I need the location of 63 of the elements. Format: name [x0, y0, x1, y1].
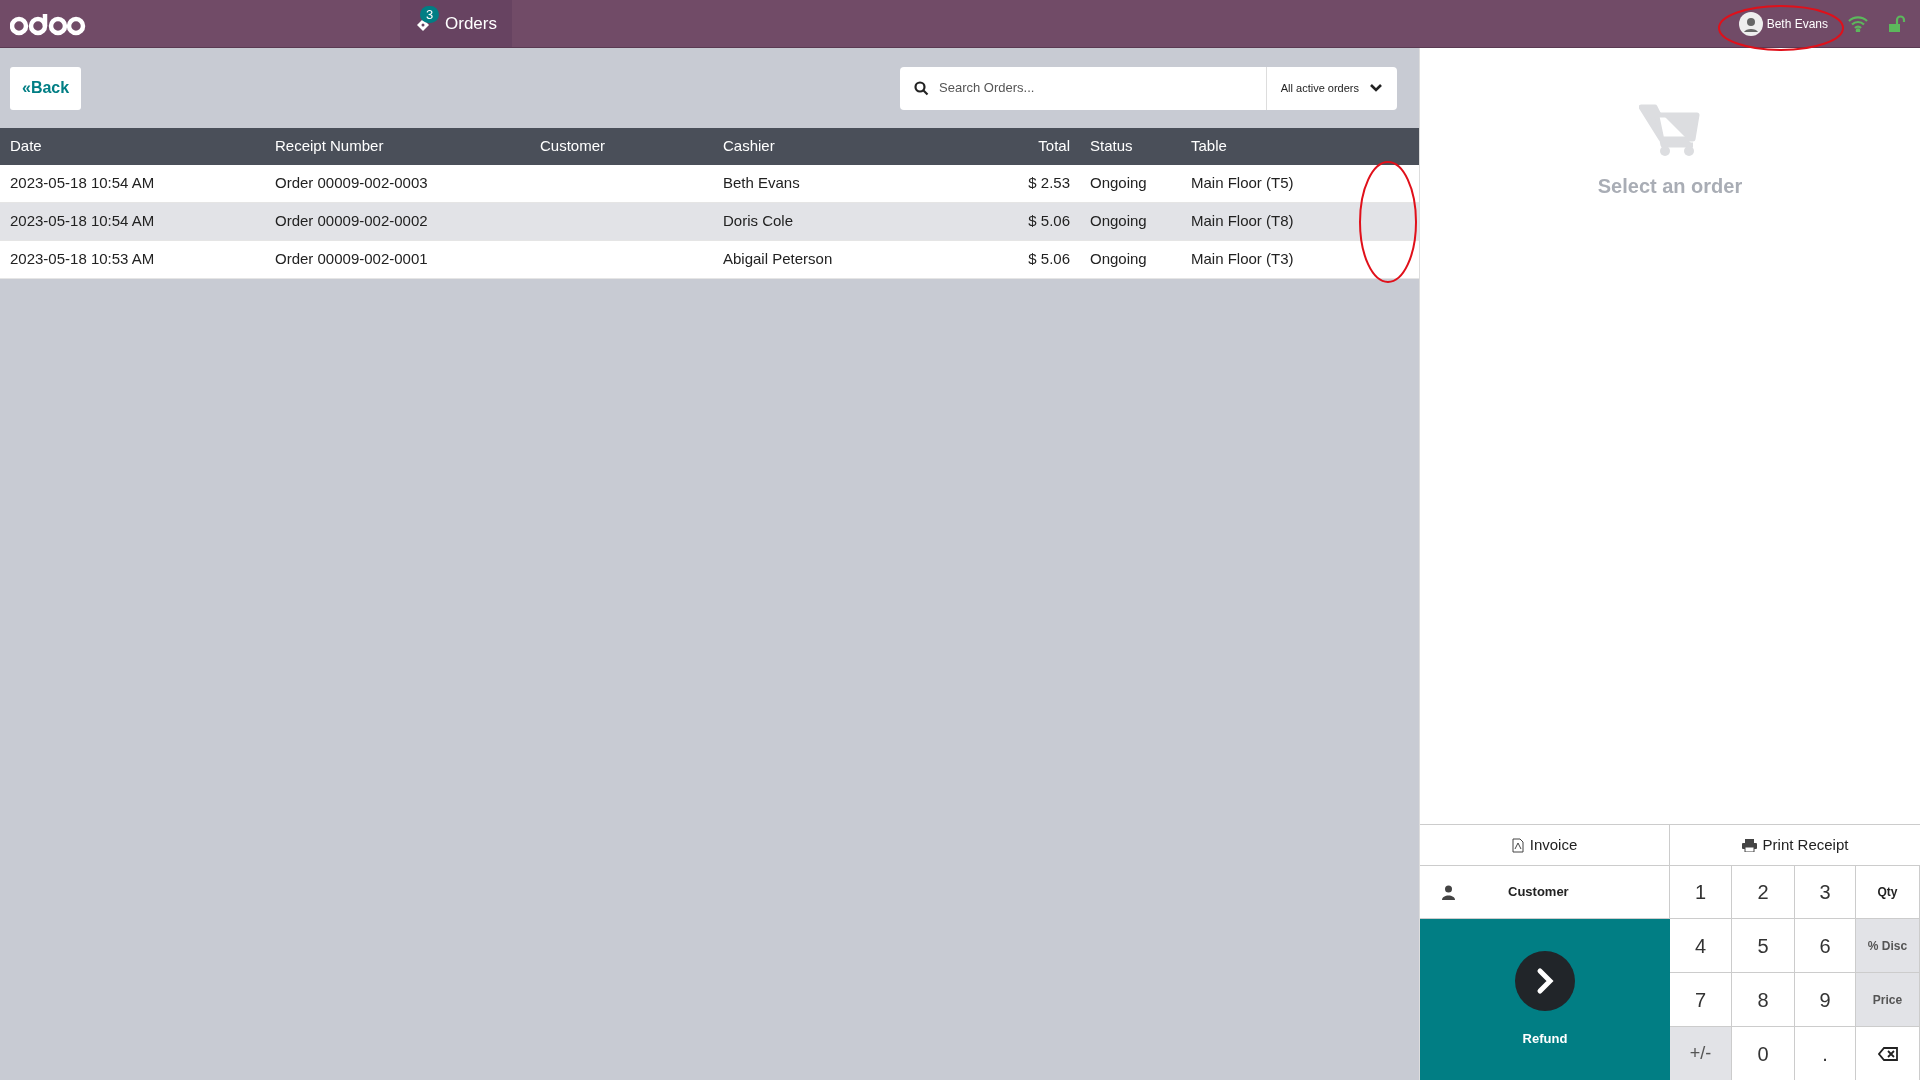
numpad-key[interactable]: 7	[1670, 973, 1732, 1027]
filter-dropdown[interactable]: All active orders	[1265, 66, 1397, 110]
table-cell: Ongoing	[1090, 212, 1147, 230]
invoice-button[interactable]: Invoice	[1420, 825, 1670, 866]
customer-button[interactable]: Customer	[1420, 866, 1670, 919]
column-header: Cashier	[723, 137, 775, 155]
table-cell: Main Floor (T3)	[1191, 250, 1294, 268]
search-icon	[914, 80, 929, 96]
order-row[interactable]: 2023-05-18 10:54 AM Order 00009-002-0002 Doris Cole $ 5.06 Ongoing Main Floor (T8)	[0, 203, 1419, 241]
order-row[interactable]: 2023-05-18 10:53 AM Order 00009-002-0001 Abigail Peterson $ 5.06 Ongoing Main Floor (T3)	[0, 241, 1419, 279]
refund-button[interactable]: Refund	[1420, 919, 1670, 1080]
table-cell: Order 00009-002-0001	[275, 250, 428, 268]
unlock-icon[interactable]	[1888, 14, 1906, 33]
numpad-key[interactable]: 1	[1670, 866, 1732, 919]
table-cell: Doris Cole	[723, 212, 794, 230]
chevron-right-icon	[1515, 951, 1575, 1012]
logo-icon	[10, 11, 86, 36]
column-header: Receipt Number	[275, 137, 384, 155]
empty-state-text: Select an order	[1597, 174, 1743, 199]
mode-key[interactable]: % Disc	[1856, 919, 1920, 973]
table-cell: $ 5.06	[1028, 212, 1070, 230]
numpad-key[interactable]: 4	[1670, 919, 1732, 973]
printer-icon	[1741, 838, 1757, 852]
numpad-key[interactable]: 6	[1795, 919, 1856, 973]
table-cell: $ 5.06	[1028, 250, 1070, 268]
column-header: Customer	[540, 137, 606, 155]
table-cell: 2023-05-18 10:54 AM	[10, 212, 155, 230]
wifi-icon	[1848, 15, 1868, 32]
cart-icon	[1639, 103, 1701, 157]
table-cell: Main Floor (T8)	[1191, 212, 1294, 230]
mode-key[interactable]: Qty	[1856, 866, 1920, 919]
table-cell: Abigail Peterson	[723, 250, 833, 268]
table-cell: Ongoing	[1090, 250, 1147, 268]
column-header: Status	[1090, 137, 1133, 155]
pdf-file-icon	[1511, 837, 1524, 853]
order-row[interactable]: 2023-05-18 10:54 AM Order 00009-002-0003 Beth Evans $ 2.53 Ongoing Main Floor (T5)	[0, 165, 1419, 203]
count-badge: 3	[420, 6, 440, 23]
sign-key[interactable]: +/-	[1670, 1027, 1732, 1080]
mode-key[interactable]: Price	[1856, 973, 1920, 1027]
numpad-key[interactable]: 8	[1732, 973, 1795, 1027]
avatar-icon	[1738, 11, 1763, 36]
numpad-key[interactable]: 3	[1795, 866, 1856, 919]
backspace-icon	[1877, 1046, 1898, 1061]
column-header: Table	[1191, 137, 1227, 155]
numpad-key[interactable]: 2	[1732, 866, 1795, 919]
table-cell: Main Floor (T5)	[1191, 174, 1294, 192]
table-cell: Order 00009-002-0002	[275, 212, 428, 230]
numpad-key[interactable]: 5	[1732, 919, 1795, 973]
column-header: Total	[1038, 137, 1070, 155]
table-cell: Ongoing	[1090, 174, 1147, 192]
numpad-key[interactable]: 9	[1795, 973, 1856, 1027]
table-cell: 2023-05-18 10:54 AM	[10, 174, 155, 192]
column-header: Date	[10, 137, 42, 155]
chevron-down-icon	[1369, 83, 1383, 93]
table-cell: $ 2.53	[1028, 174, 1070, 192]
table-cell: Order 00009-002-0003	[275, 174, 428, 192]
table-cell: 2023-05-18 10:53 AM	[10, 250, 155, 268]
orders-tab[interactable]: 3 Orders	[400, 0, 512, 47]
person-icon	[1442, 884, 1455, 900]
search-field[interactable]: Search Orders... All active orders	[900, 66, 1397, 110]
back-button[interactable]: «Back	[10, 66, 82, 110]
table-cell: Beth Evans	[723, 174, 800, 192]
orders-label: Orders	[445, 12, 497, 35]
